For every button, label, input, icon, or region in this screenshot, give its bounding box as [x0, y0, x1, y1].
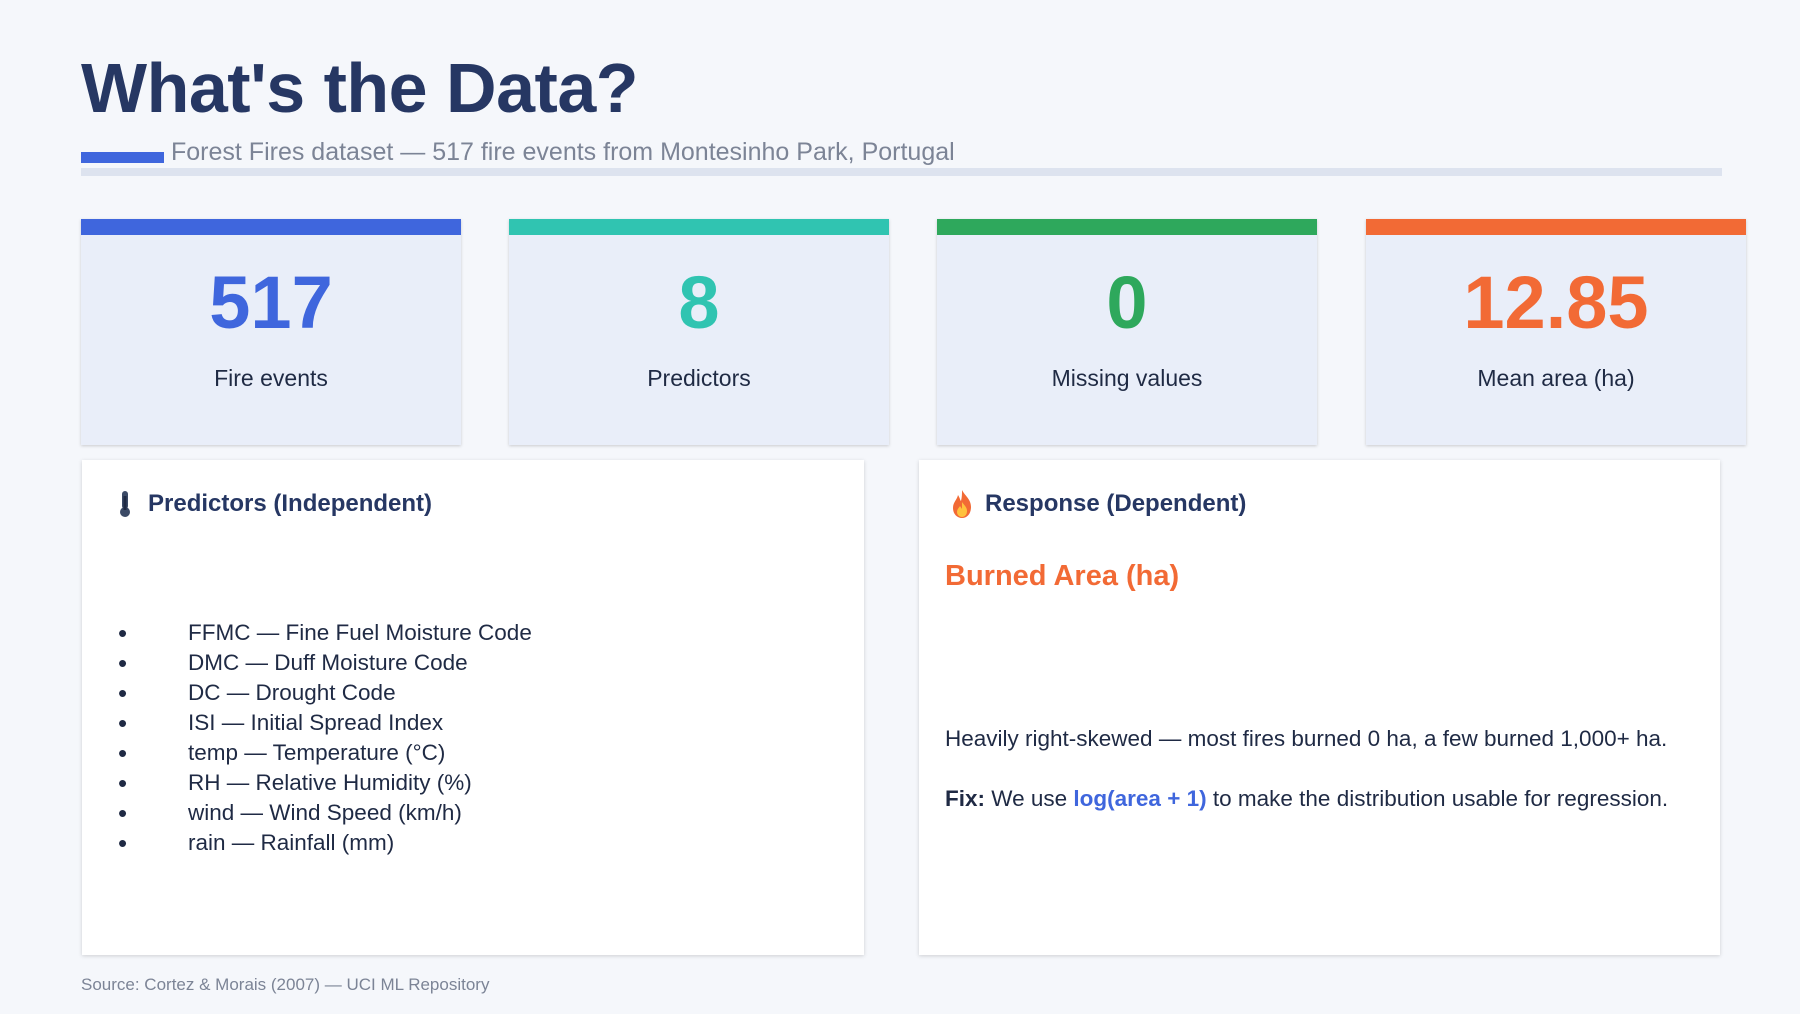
- stat-label: Missing values: [1051, 365, 1203, 391]
- fix-text-post: to make the distribution usable for regr…: [1212, 786, 1669, 811]
- stat-card-accent-bar: [81, 219, 461, 235]
- response-panel: Response (Dependent) Burned Area (ha) He…: [919, 460, 1720, 955]
- predictors-panel: Predictors (Independent) FFMC — Fine Fue…: [82, 460, 864, 955]
- stat-value: 0: [1106, 261, 1148, 344]
- list-item: wind — Wind Speed (km/h): [118, 798, 532, 828]
- fix-code: log(area + 1): [1073, 786, 1207, 811]
- predictor-list: FFMC — Fine Fuel Moisture Code DMC — Duf…: [118, 618, 532, 858]
- stat-card-predictors: 8 Predictors: [509, 219, 889, 445]
- page-title: What's the Data?: [81, 49, 639, 127]
- list-item: DMC — Duff Moisture Code: [118, 648, 532, 678]
- predictors-title: Predictors (Independent): [148, 490, 433, 517]
- stat-label: Predictors: [647, 365, 751, 391]
- list-item: temp — Temperature (°C): [118, 738, 532, 768]
- list-item: DC — Drought Code: [118, 678, 532, 708]
- source-footnote: Source: Cortez & Morais (2007) — UCI ML …: [81, 975, 490, 994]
- fix-label: Fix:: [945, 786, 986, 811]
- list-item: RH — Relative Humidity (%): [118, 768, 532, 798]
- stat-card-accent-bar: [1366, 219, 1746, 235]
- subtitle-rule: [81, 168, 1722, 176]
- stat-card-mean-area: 12.85 Mean area (ha): [1366, 219, 1746, 445]
- stat-card-missing-values: 0 Missing values: [937, 219, 1317, 445]
- stat-value: 8: [678, 261, 720, 344]
- list-item: FFMC — Fine Fuel Moisture Code: [118, 618, 532, 648]
- stat-value: 517: [209, 261, 333, 344]
- thermometer-icon: [120, 491, 130, 517]
- response-title: Response (Dependent): [985, 490, 1247, 517]
- fix-text-pre: We use: [991, 786, 1068, 811]
- stat-label: Mean area (ha): [1477, 365, 1635, 391]
- response-description: Heavily right-skewed — most fires burned…: [945, 726, 1668, 751]
- list-item: rain — Rainfall (mm): [118, 828, 532, 858]
- fire-icon: [953, 490, 971, 518]
- stat-card-fire-events: 517 Fire events: [81, 219, 461, 445]
- subtitle-accent-bar: [81, 152, 164, 163]
- page-subtitle: Forest Fires dataset — 517 fire events f…: [171, 138, 955, 166]
- list-item: ISI — Initial Spread Index: [118, 708, 532, 738]
- stat-value: 12.85: [1463, 261, 1649, 344]
- fix-line: Fix: We use log(area + 1) to make the di…: [945, 786, 1668, 812]
- stat-card-accent-bar: [937, 219, 1317, 235]
- stat-card-accent-bar: [509, 219, 889, 235]
- response-heading: Burned Area (ha): [945, 560, 1180, 592]
- stat-label: Fire events: [214, 365, 328, 391]
